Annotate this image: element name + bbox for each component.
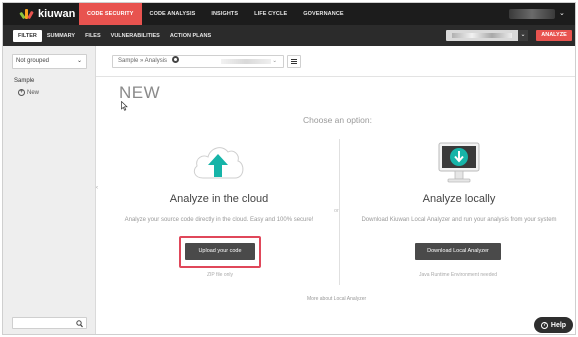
tab-insights[interactable]: INSIGHTS [203, 3, 246, 25]
plus-circle-icon: + [18, 89, 25, 96]
top-bar: kiuwan CODE SECURITY CODE ANALYSIS INSIG… [3, 3, 575, 25]
choose-option-label: Choose an option: [303, 115, 372, 125]
jre-needed-note: Java Runtime Environment needed [418, 272, 498, 278]
grouping-select[interactable]: Not grouped ⌄ [12, 54, 87, 69]
kiuwan-logo[interactable]: kiuwan [19, 6, 76, 22]
tab-life-cycle[interactable]: LIFE CYCLE [246, 3, 295, 25]
help-button[interactable]: ? Help [534, 317, 573, 333]
cloud-upload-icon [193, 147, 244, 179]
grouping-select-value: Not grouped [16, 58, 50, 64]
more-about-local-analyzer-link[interactable]: More about Local Analyzer [307, 296, 366, 302]
project-select[interactable]: ⌄ [446, 30, 528, 41]
local-option-title: Analyze locally [422, 193, 496, 205]
project-name-blurred [452, 33, 512, 38]
subtab-action-plans[interactable]: ACTION PLANS [165, 30, 216, 42]
tab-code-analysis[interactable]: CODE ANALYSIS [142, 3, 204, 25]
tree-item-sample[interactable]: Sample [14, 78, 34, 84]
cloud-option-title: Analyze in the cloud [169, 193, 269, 205]
sub-nav: FILTER SUMMARY FILES VULNERABILITIES ACT… [13, 30, 216, 42]
upload-code-button[interactable]: Upload your code [185, 243, 255, 260]
option-divider [339, 139, 340, 285]
help-icon: ? [540, 321, 548, 329]
tab-governance[interactable]: GOVERNANCE [295, 3, 351, 25]
or-label: or [334, 208, 339, 214]
cloud-option-description: Analyze your source code directly in the… [124, 217, 314, 223]
subtab-summary[interactable]: SUMMARY [42, 30, 80, 42]
download-local-analyzer-button[interactable]: Download Local Analyzer [415, 243, 501, 260]
kiuwan-logo-icon [19, 8, 35, 20]
tab-code-security[interactable]: CODE SECURITY [79, 3, 142, 25]
mouse-cursor-icon [121, 101, 128, 111]
help-label: Help [550, 321, 567, 329]
top-nav: CODE SECURITY CODE ANALYSIS INSIGHTS LIF… [79, 3, 352, 25]
chevron-down-icon: ⌄ [76, 58, 82, 64]
chevron-down-icon: ⌄ [272, 58, 277, 64]
zip-only-note: ZIP file only [206, 272, 234, 278]
gear-icon [171, 55, 179, 63]
monitor-download-icon [438, 142, 480, 183]
local-option-description: Download Kiuwan Local Analyzer and run y… [361, 217, 557, 223]
tree-item-new[interactable]: + New [18, 89, 39, 96]
analysis-select-value: Sample » Analysis [118, 58, 168, 64]
analyze-button[interactable]: ANALYZE [536, 30, 572, 41]
app-window: kiuwan CODE SECURITY CODE ANALYSIS INSIG… [2, 2, 576, 335]
user-menu-chevron-icon[interactable]: ⌄ [559, 9, 565, 17]
analysis-name-blurred [221, 59, 271, 64]
brand-name: kiuwan [38, 8, 76, 20]
analysis-toolbar: Sample » Analysis ⌄ [96, 46, 575, 77]
sidebar-collapse-icon[interactable]: ‹ [96, 185, 98, 191]
search-icon [76, 320, 83, 328]
tree-item-new-label: New [27, 89, 40, 96]
analysis-select[interactable]: Sample » Analysis ⌄ [112, 55, 284, 68]
sidebar-search-input[interactable] [12, 317, 87, 329]
hamburger-icon [291, 59, 297, 60]
subtab-files[interactable]: FILES [80, 30, 106, 42]
subtab-vulnerabilities[interactable]: VULNERABILITIES [106, 30, 165, 42]
user-menu[interactable] [509, 9, 555, 19]
sub-bar: FILTER SUMMARY FILES VULNERABILITIES ACT… [3, 25, 575, 46]
subtab-filter[interactable]: FILTER [13, 30, 42, 42]
menu-button[interactable] [287, 55, 301, 68]
page-title: NEW [119, 83, 161, 102]
chevron-down-icon: ⌄ [518, 30, 528, 41]
sidebar: Not grouped ⌄ Sample + New [3, 46, 96, 334]
